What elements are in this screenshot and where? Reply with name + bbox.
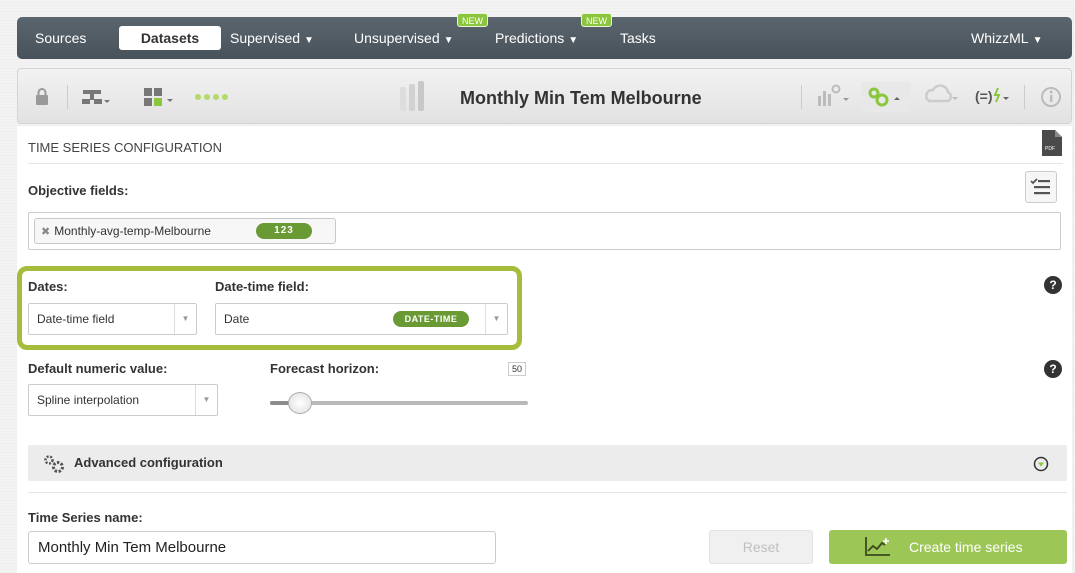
section-title: TIME SERIES CONFIGURATION: [28, 140, 223, 155]
forecast-horizon-value: 50: [508, 362, 526, 376]
tree-icon[interactable]: [80, 88, 110, 110]
divider: [28, 492, 1067, 493]
dates-label: Dates:: [28, 279, 68, 294]
advanced-configuration-label: Advanced configuration: [74, 455, 223, 470]
model-cloud-icon[interactable]: [923, 84, 963, 112]
caret-down-icon: ▼: [1032, 35, 1043, 46]
dots-status-icon: [194, 90, 236, 106]
svg-text:(=): (=): [975, 88, 993, 104]
time-series-name-label: Time Series name:: [28, 510, 143, 525]
nav-supervised[interactable]: Supervised ▼: [230, 17, 314, 59]
time-series-chart-icon: [865, 537, 890, 556]
slider-handle[interactable]: [288, 392, 312, 414]
nav-whizzml[interactable]: WhizzML ▼: [971, 17, 1042, 59]
formula-icon[interactable]: (=): [973, 84, 1013, 112]
nav-tasks[interactable]: Tasks: [620, 17, 656, 59]
toolbar-separator: [1024, 85, 1025, 109]
nav-sources[interactable]: Sources: [35, 17, 86, 59]
remove-icon[interactable]: ✖: [41, 226, 50, 238]
nav-unsupervised[interactable]: Unsupervised ▼: [354, 17, 454, 59]
chart-gear-icon[interactable]: [816, 84, 852, 112]
help-icon[interactable]: ?: [1044, 360, 1062, 378]
objective-field-chip[interactable]: ✖ Monthly-avg-temp-Melbourne 123: [34, 218, 336, 244]
toolbar-separator: [67, 85, 68, 109]
datetime-select-value: Date: [224, 312, 250, 326]
nav-predictions[interactable]: Predictions ▼: [495, 17, 578, 59]
create-time-series-button[interactable]: Create time series: [829, 530, 1067, 564]
default-numeric-value: Spline interpolation: [37, 393, 140, 407]
binary-icon[interactable]: [143, 87, 183, 111]
dropdown-arrow-icon: ▼: [485, 304, 507, 334]
list-check-icon: [1030, 178, 1050, 195]
forecast-horizon-label: Forecast horizon:: [270, 361, 380, 376]
dropdown-arrow-icon: ▼: [195, 385, 217, 415]
lock-icon[interactable]: [35, 88, 49, 110]
field-list-button[interactable]: [1025, 171, 1057, 203]
dates-select-value: Date-time field: [37, 312, 115, 326]
help-icon[interactable]: ?: [1044, 276, 1062, 294]
default-numeric-label: Default numeric value:: [28, 361, 168, 376]
pdf-icon[interactable]: PDF: [1042, 130, 1062, 159]
objective-fields-input[interactable]: ✖ Monthly-avg-temp-Melbourne 123: [28, 212, 1061, 250]
info-icon[interactable]: [1040, 86, 1062, 112]
new-badge: NEW: [581, 13, 612, 27]
caret-down-icon: ▼: [568, 35, 579, 46]
datetime-type-badge: DATE-TIME: [393, 311, 469, 327]
objective-field-name: Monthly-avg-temp-Melbourne: [54, 224, 211, 238]
reset-button[interactable]: Reset: [709, 530, 813, 564]
create-time-series-label: Create time series: [909, 539, 1023, 555]
datetime-field-select[interactable]: Date DATE-TIME ▼: [215, 303, 508, 335]
divider: [28, 163, 1063, 164]
toolbar-separator: [801, 85, 802, 109]
new-badge: NEW: [457, 13, 488, 27]
datetime-field-label: Date-time field:: [215, 279, 309, 294]
time-series-name-input[interactable]: Monthly Min Tem Melbourne: [28, 531, 496, 564]
gears-icon: [44, 455, 64, 473]
resource-toolbar: Monthly Min Tem Melbourne (=): [17, 68, 1072, 124]
resource-title: Monthly Min Tem Melbourne: [460, 88, 702, 108]
expand-circle-icon[interactable]: [1033, 456, 1049, 472]
caret-down-icon: ▼: [304, 35, 314, 46]
numeric-type-badge: 123: [256, 223, 312, 239]
svg-text:PDF: PDF: [1045, 146, 1055, 152]
caret-down-icon: ▼: [443, 35, 454, 46]
configure-gears-icon[interactable]: [861, 82, 911, 112]
dates-select[interactable]: Date-time field ▼: [28, 303, 197, 335]
dataset-bars-icon: [398, 81, 436, 117]
top-navbar: Sources Datasets Supervised ▼ Unsupervise…: [17, 13, 1072, 59]
nav-datasets[interactable]: Datasets: [119, 26, 221, 50]
advanced-configuration-bar[interactable]: Advanced configuration: [28, 445, 1067, 481]
default-numeric-select[interactable]: Spline interpolation ▼: [28, 384, 218, 416]
objective-fields-label: Objective fields:: [28, 183, 129, 198]
dropdown-arrow-icon: ▼: [174, 304, 196, 334]
